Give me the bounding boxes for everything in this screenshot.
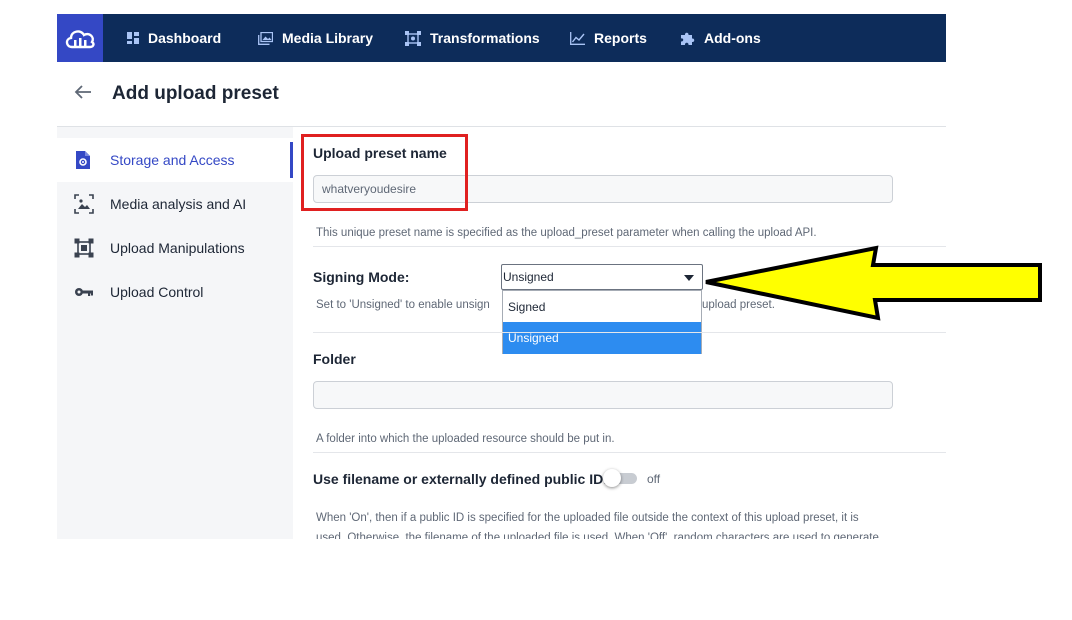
folder-label: Folder [313,351,356,367]
nav-media-library[interactable]: Media Library [258,14,373,62]
puzzle-icon [681,32,695,45]
signing-mode-dropdown: Signed Unsigned [502,290,702,354]
signing-mode-label: Signing Mode: [313,269,410,285]
back-arrow-icon[interactable] [73,84,93,100]
sidebar-item-label: Media analysis and AI [110,196,247,212]
top-navigation-bar: Dashboard Media Library Transformations … [57,14,946,62]
sidebar-item-label: Upload Manipulations [110,240,245,256]
sidebar-item-upload-control[interactable]: Upload Control [57,270,293,314]
sidebar-item-media-analysis[interactable]: Media analysis and AI [57,182,293,226]
use-filename-toggle[interactable] [603,469,637,487]
signing-mode-help-start: Set to 'Unsigned' to enable unsign [316,299,490,311]
cloud-logo-icon[interactable] [57,14,103,62]
sidebar-item-label: Upload Control [110,284,204,300]
key-icon [75,288,93,296]
signing-mode-selected-value: Unsigned [503,270,554,284]
image-analysis-icon [74,194,94,214]
highlight-box [301,134,468,211]
chevron-down-icon [684,275,694,281]
nav-transformations-label: Transformations [430,30,540,46]
divider [313,332,946,333]
signing-mode-select[interactable]: Unsigned [501,264,703,290]
use-filename-help-line-2: used. Otherwise, the filename of the upl… [316,532,879,539]
nav-dashboard[interactable]: Dashboard [127,14,221,62]
dropdown-option-unsigned[interactable]: Unsigned [503,322,701,354]
nav-add-ons[interactable]: Add-ons [680,14,761,62]
use-filename-state: off [647,472,661,486]
folder-help: A folder into which the uploaded resourc… [316,433,615,445]
crop-icon [74,238,94,258]
dropdown-option-signed[interactable]: Signed [503,291,701,323]
nav-transformations[interactable]: Transformations [405,14,540,62]
nav-dashboard-label: Dashboard [148,30,222,46]
divider [313,452,946,453]
settings-sidebar: Storage and Access Media analysis and AI… [57,127,293,539]
nav-reports[interactable]: Reports [570,14,647,62]
nav-media-library-label: Media Library [282,30,374,46]
sidebar-item-storage-and-access[interactable]: Storage and Access [57,138,293,182]
file-gear-icon [76,151,90,169]
use-filename-label: Use filename or externally defined publi… [313,471,608,487]
page-title: Add upload preset [112,83,279,104]
yellow-arrow-annotation [705,245,1042,321]
sidebar-item-upload-manipulations[interactable]: Upload Manipulations [57,226,293,270]
reports-icon [570,31,585,45]
toggle-knob [603,469,621,487]
page-header: Add upload preset [57,62,946,127]
transformations-icon [405,30,421,46]
use-filename-help-line-1: When 'On', then if a public ID is specif… [316,512,859,524]
sidebar-item-label: Storage and Access [110,152,235,168]
nav-add-ons-label: Add-ons [704,30,761,46]
dashboard-icon [127,32,139,44]
nav-reports-label: Reports [594,30,647,46]
folder-input[interactable] [313,381,893,409]
media-library-icon [258,31,273,45]
